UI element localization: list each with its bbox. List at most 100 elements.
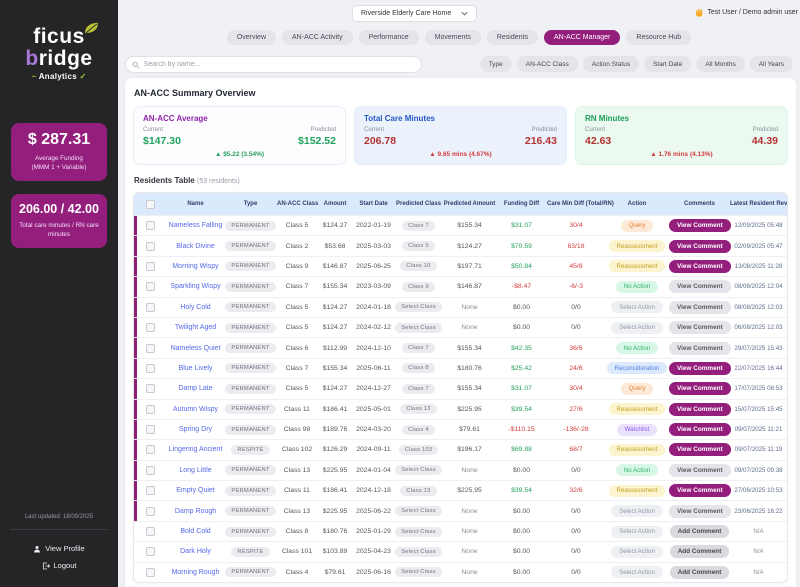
action-status-badge[interactable]: No Action [616, 342, 658, 354]
predicted-class-select[interactable]: Select Class [395, 506, 442, 516]
tab-overview[interactable]: Overview [227, 30, 276, 45]
resident-name-link[interactable]: Long Little [179, 467, 211, 474]
row-checkbox[interactable] [146, 384, 155, 393]
action-status-badge[interactable]: Reassessment [609, 260, 666, 272]
row-checkbox[interactable] [146, 262, 155, 271]
action-status-badge[interactable]: Reassessment [609, 444, 666, 456]
tab-resource-hub[interactable]: Resource Hub [626, 30, 691, 45]
select-all-checkbox[interactable] [146, 200, 155, 209]
view-comment-button[interactable]: View Comment [669, 219, 731, 232]
row-checkbox[interactable] [146, 486, 155, 495]
view-comment-button[interactable]: View Comment [669, 240, 731, 253]
add-comment-button[interactable]: Add Comment [670, 525, 730, 538]
tab-movements[interactable]: Movements [425, 30, 481, 45]
resident-name-link[interactable]: Morning Rough [172, 569, 220, 576]
filter-start-date[interactable]: Start Date [644, 56, 691, 72]
action-status-badge[interactable]: Query [621, 383, 654, 395]
resident-name-link[interactable]: Bold Cold [180, 528, 210, 535]
predicted-class-select[interactable]: Select Class [395, 527, 442, 537]
action-status-badge[interactable]: Reassessment [609, 485, 666, 497]
view-comment-button[interactable]: View Comment [669, 382, 731, 395]
resident-name-link[interactable]: Blue Lively [179, 365, 213, 372]
view-comment-button[interactable]: View Comment [669, 423, 731, 436]
resident-name-link[interactable]: Holy Cold [180, 304, 210, 311]
action-status-badge[interactable]: Query [621, 220, 654, 232]
action-status-badge[interactable]: Select Action [611, 505, 663, 517]
row-checkbox[interactable] [146, 364, 155, 373]
action-status-badge[interactable]: Select Action [611, 526, 663, 538]
row-checkbox[interactable] [146, 466, 155, 475]
logout-button[interactable]: Logout [0, 556, 118, 575]
filter-type[interactable]: Type [480, 56, 512, 72]
resident-name-link[interactable]: Sparkling Wispy [170, 283, 220, 290]
predicted-class-select[interactable]: Class 8 [402, 363, 435, 373]
predicted-class-select[interactable]: Select Class [395, 302, 442, 312]
predicted-class-select[interactable]: Class 9 [402, 282, 435, 292]
filter-an-acc-class[interactable]: AN-ACC Class [517, 56, 578, 72]
view-comment-button[interactable]: View Comment [669, 342, 731, 355]
predicted-class-select[interactable]: Select Class [395, 567, 442, 577]
resident-name-link[interactable]: Spring Dry [179, 426, 212, 433]
predicted-class-select[interactable]: Select Class [395, 547, 442, 557]
resident-name-link[interactable]: Nameless Quiet [171, 345, 221, 352]
row-checkbox[interactable] [146, 303, 155, 312]
resident-name-link[interactable]: Nameless Falling [169, 222, 223, 229]
action-status-badge[interactable]: Select Action [611, 322, 663, 334]
row-checkbox[interactable] [146, 425, 155, 434]
row-checkbox[interactable] [146, 568, 155, 577]
action-status-badge[interactable]: Select Action [611, 301, 663, 313]
row-checkbox[interactable] [146, 242, 155, 251]
view-comment-button[interactable]: View Comment [669, 403, 731, 416]
action-status-badge[interactable]: Watchlist [617, 424, 658, 436]
predicted-class-select[interactable]: Class 10 [400, 261, 436, 271]
predicted-class-select[interactable]: Class 4 [402, 425, 435, 435]
tab-an-acc-manager[interactable]: AN-ACC Manager [544, 30, 620, 45]
add-comment-button[interactable]: Add Comment [670, 545, 730, 558]
view-comment-button[interactable]: View Comment [669, 443, 731, 456]
resident-name-link[interactable]: Empty Quiet [176, 487, 215, 494]
action-status-badge[interactable]: No Action [616, 464, 658, 476]
row-checkbox[interactable] [146, 507, 155, 516]
view-comment-button[interactable]: View Comment [669, 321, 731, 334]
filter-all-months[interactable]: All Months [696, 56, 744, 72]
action-status-badge[interactable]: No Action [616, 281, 658, 293]
predicted-class-select[interactable]: Class 13 [400, 404, 436, 414]
row-checkbox[interactable] [146, 445, 155, 454]
resident-name-link[interactable]: Black Divine [176, 243, 215, 250]
action-status-badge[interactable]: Select Action [611, 546, 663, 558]
add-comment-button[interactable]: Add Comment [670, 566, 730, 579]
tab-an-acc-activity[interactable]: AN-ACC Activity [282, 30, 353, 45]
predicted-class-select[interactable]: Class 103 [399, 445, 439, 455]
row-checkbox[interactable] [146, 547, 155, 556]
search-input[interactable] [144, 61, 415, 68]
predicted-class-select[interactable]: Class 7 [402, 343, 435, 353]
predicted-class-select[interactable]: Class 7 [402, 221, 435, 231]
resident-name-link[interactable]: Lingering Ancient [169, 446, 223, 453]
action-status-badge[interactable]: Reconsideration [607, 362, 668, 374]
row-checkbox[interactable] [146, 527, 155, 536]
action-status-badge[interactable]: Select Action [611, 566, 663, 578]
row-checkbox[interactable] [146, 405, 155, 414]
row-checkbox[interactable] [146, 344, 155, 353]
view-comment-button[interactable]: View Comment [669, 484, 731, 497]
row-checkbox[interactable] [146, 282, 155, 291]
row-checkbox[interactable] [146, 221, 155, 230]
resident-name-link[interactable]: Morning Wispy [172, 263, 218, 270]
predicted-class-select[interactable]: Class 7 [402, 384, 435, 394]
predicted-class-select[interactable]: Select Class [395, 323, 442, 333]
resident-name-link[interactable]: Damp Late [178, 385, 212, 392]
view-comment-button[interactable]: View Comment [669, 260, 731, 273]
predicted-class-select[interactable]: Select Class [395, 465, 442, 475]
view-comment-button[interactable]: View Comment [669, 464, 731, 477]
row-checkbox[interactable] [146, 323, 155, 332]
resident-name-link[interactable]: Autumn Wispy [173, 406, 218, 413]
action-status-badge[interactable]: Reassessment [609, 403, 666, 415]
predicted-class-select[interactable]: Class 5 [402, 241, 435, 251]
filter-action-status[interactable]: Action Status [583, 56, 639, 72]
resident-name-link[interactable]: Twilight Aged [175, 324, 216, 331]
resident-name-link[interactable]: Dark Holy [180, 548, 211, 555]
action-status-badge[interactable]: Reassessment [609, 240, 666, 252]
tab-performance[interactable]: Performance [359, 30, 419, 45]
filter-all-years[interactable]: All Years [750, 56, 793, 72]
view-comment-button[interactable]: View Comment [669, 362, 731, 375]
